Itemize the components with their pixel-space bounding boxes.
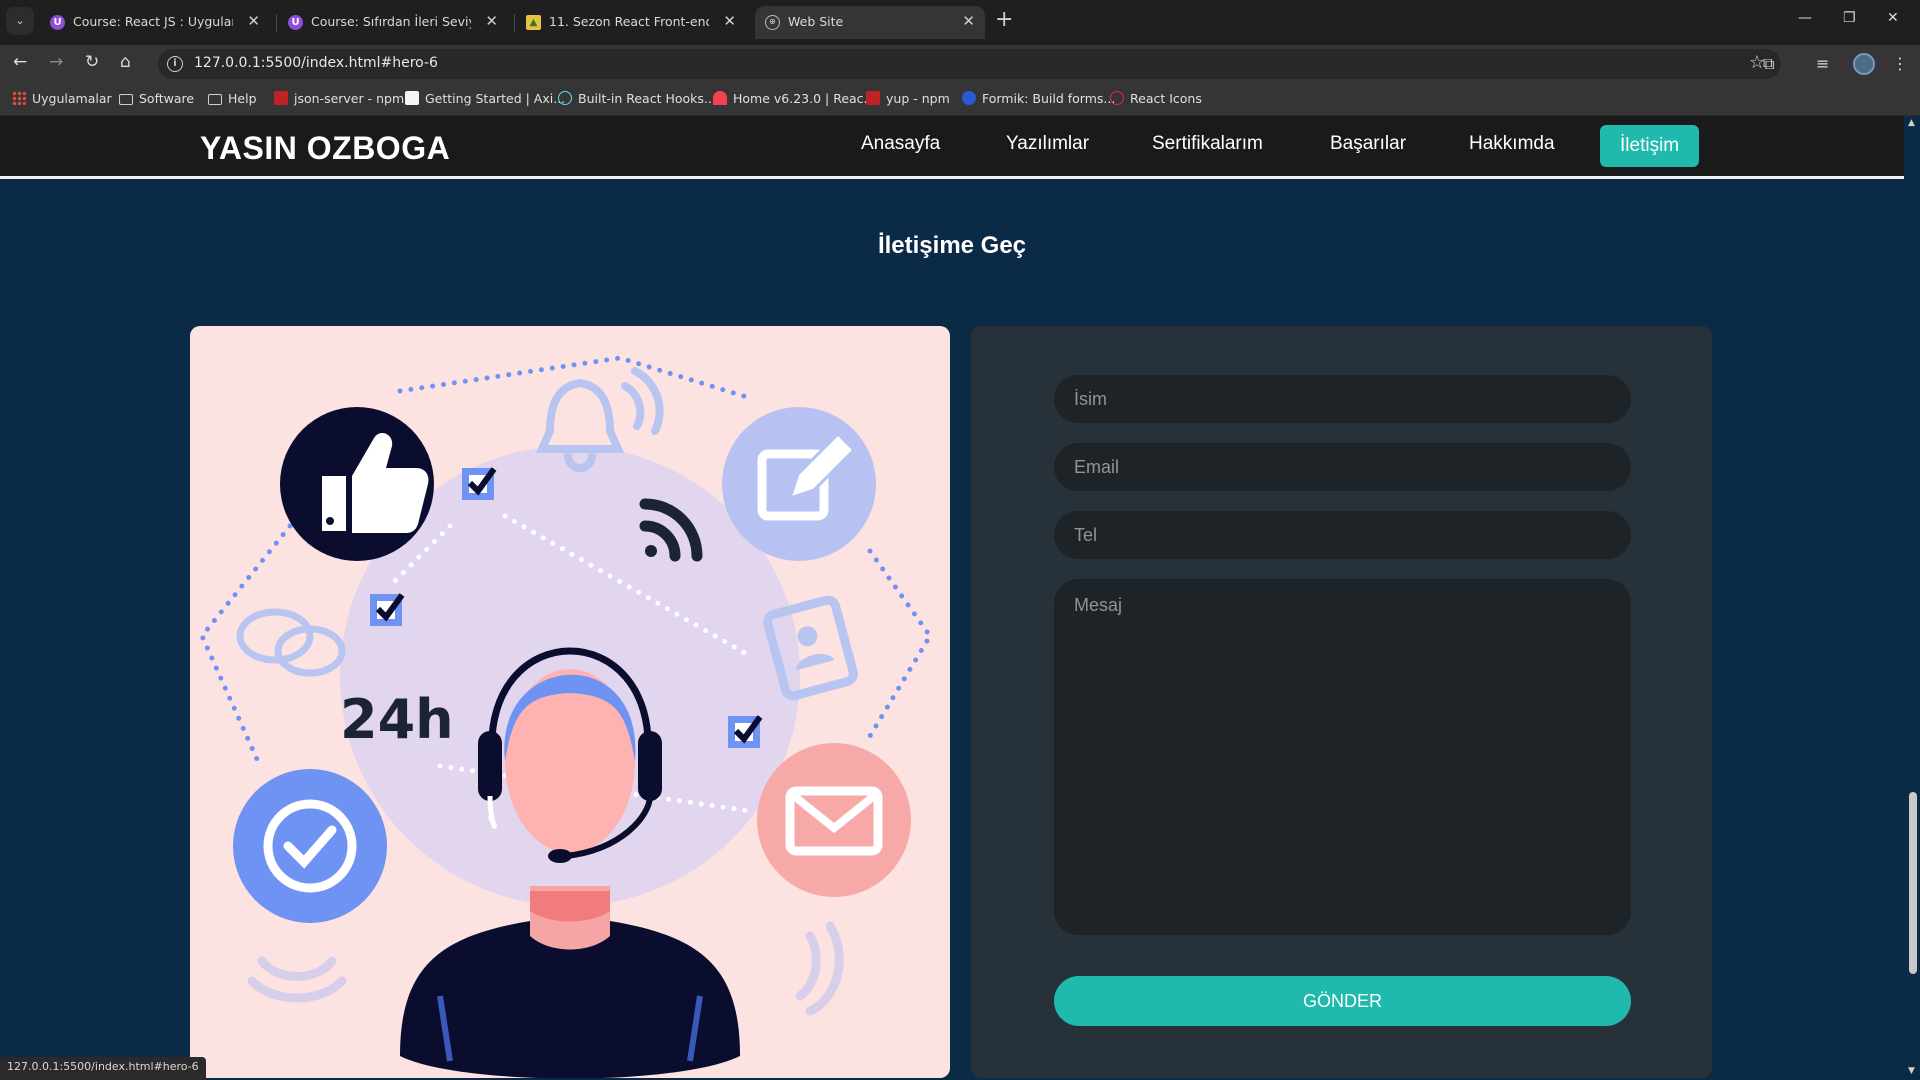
react-icons-icon (1110, 91, 1124, 105)
scroll-thumb[interactable] (1909, 792, 1917, 974)
bookmark-label: Home v6.23.0 | Reac... (733, 91, 876, 106)
tab-title: 11. Sezon React Front-end Haft (549, 14, 709, 29)
bookmark-label: Software (139, 91, 195, 106)
apps-icon (12, 91, 26, 105)
browser-tab[interactable]: U Course: React JS : Uygulamalı R ✕ (40, 6, 270, 39)
scroll-up-icon[interactable]: ▲ (1908, 118, 1915, 128)
udemy-icon: U (50, 15, 65, 30)
bookmarks-bar: Uygulamalar Software Help json-server - … (0, 83, 1920, 116)
bookmark-item[interactable]: Home v6.23.0 | Reac... (713, 91, 875, 106)
nav-link-hakkimda[interactable]: Hakkımda (1469, 133, 1555, 155)
tab-divider (276, 14, 277, 32)
restore-icon[interactable]: ❐ (1843, 10, 1856, 26)
browser-tab-bar: ⌄ U Course: React JS : Uygulamalı R ✕ U … (0, 0, 1920, 45)
reload-icon[interactable]: ↻ (85, 52, 99, 72)
axios-icon (405, 91, 419, 105)
tab-divider (514, 14, 515, 32)
customer-support-illustration: 24h (199, 355, 933, 1078)
mail-icon (757, 743, 911, 897)
site-navbar: YASIN OZBOGA Anasayfa Yazılımlar Sertifi… (0, 116, 1904, 179)
bookmark-item[interactable]: Getting Started | Axi... (405, 91, 565, 106)
bookmark-item[interactable]: Built-in React Hooks... (558, 91, 716, 106)
back-arrow-icon[interactable]: ← (13, 52, 27, 72)
minimize-icon[interactable]: — (1798, 10, 1812, 26)
profile-avatar[interactable] (1853, 53, 1875, 75)
bookmark-label: yup - npm (886, 91, 950, 106)
bookmark-label: Built-in React Hooks... (578, 91, 716, 106)
contact-section: İletişime Geç 24h İsim Email Tel Mesaj G… (0, 179, 1904, 1080)
formik-icon (962, 91, 976, 105)
home-icon[interactable]: ⌂ (120, 52, 131, 72)
check-circle-icon (233, 769, 387, 923)
site-logo[interactable]: YASIN OZBOGA (200, 130, 450, 167)
checkbox-icon (728, 715, 763, 748)
bookmark-item[interactable]: Help (208, 91, 257, 106)
bookmark-label: Uygulamalar (32, 91, 112, 106)
nav-link-iletisim[interactable]: İletişim (1600, 125, 1700, 167)
bookmark-item[interactable]: Formik: Build forms... (962, 91, 1115, 106)
bookmark-item[interactable]: yup - npm (866, 91, 950, 106)
globe-icon: ⊕ (765, 15, 780, 30)
bookmark-item[interactable]: json-server - npm (274, 91, 404, 106)
close-icon[interactable]: ✕ (247, 12, 260, 30)
support-illustration: 24h (190, 326, 950, 1078)
edit-icon (722, 407, 876, 561)
scroll-down-icon[interactable]: ▼ (1908, 1066, 1915, 1076)
contact-form: GÖNDER (971, 326, 1712, 1078)
tab-title: Course: React JS : Uygulamalı R (73, 14, 233, 29)
more-menu-icon[interactable]: ⋮ (1892, 54, 1908, 73)
checkbox-icon (370, 593, 405, 626)
bookmark-item[interactable]: Uygulamalar (12, 91, 112, 106)
bookmark-label: Getting Started | Axi... (425, 91, 566, 106)
page-scrollbar[interactable]: ▲ ▼ (1904, 116, 1920, 1080)
bookmark-label: React Icons (1130, 91, 1202, 106)
submit-button[interactable]: GÖNDER (1054, 976, 1631, 1026)
site-info-icon[interactable]: i (167, 56, 183, 72)
bookmark-label: json-server - npm (294, 91, 405, 106)
email-input[interactable] (1054, 443, 1631, 491)
illustration-24h-text: 24h (340, 688, 454, 751)
address-url[interactable]: 127.0.0.1:5500/index.html#hero-6 (194, 55, 438, 71)
close-icon[interactable]: ✕ (723, 12, 736, 30)
image-icon: ▲ (526, 15, 541, 30)
bookmark-item[interactable]: Software (119, 91, 194, 106)
forward-arrow-icon[interactable]: → (49, 52, 63, 72)
nav-link-sertifikalarim[interactable]: Sertifikalarım (1152, 133, 1263, 155)
window-close-icon[interactable]: ✕ (1887, 10, 1899, 26)
folder-icon (208, 94, 222, 105)
folder-icon (119, 94, 133, 105)
close-icon[interactable]: ✕ (962, 12, 975, 30)
nav-link-yazilimlar[interactable]: Yazılımlar (1006, 133, 1089, 155)
tab-title: Web Site (788, 14, 844, 29)
browser-tab[interactable]: ▲ 11. Sezon React Front-end Haft ✕ (516, 6, 746, 39)
status-bar-url: 127.0.0.1:5500/index.html#hero-6 (0, 1057, 206, 1080)
media-queue-icon[interactable]: ≡ (1816, 54, 1829, 73)
section-title: İletişime Geç (877, 232, 1027, 259)
nav-link-basarilar[interactable]: Başarılar (1330, 133, 1406, 155)
browser-toolbar: ← → ↻ ⌂ i 127.0.0.1:5500/index.html#hero… (0, 45, 1920, 83)
close-icon[interactable]: ✕ (485, 12, 498, 30)
message-textarea[interactable] (1054, 579, 1631, 935)
checkbox-icon (462, 467, 497, 500)
address-bar[interactable]: i 127.0.0.1:5500/index.html#hero-6 ☆ (158, 49, 1781, 79)
thumbs-up-icon (280, 407, 434, 561)
extensions-icon[interactable]: ⧉ (1763, 54, 1774, 74)
react-router-icon (713, 91, 727, 105)
tel-input[interactable] (1054, 511, 1631, 559)
bookmark-label: Help (228, 91, 257, 106)
new-tab-plus-icon[interactable]: + (995, 7, 1013, 32)
udemy-icon: U (288, 15, 303, 30)
chat-bubbles-icon (236, 608, 346, 677)
tab-search-chevron-icon[interactable]: ⌄ (6, 7, 34, 35)
npm-icon (274, 91, 288, 105)
npm-icon (866, 91, 880, 105)
bookmark-label: Formik: Build forms... (982, 91, 1116, 106)
bookmark-item[interactable]: React Icons (1110, 91, 1202, 106)
name-input[interactable] (1054, 375, 1631, 423)
nav-link-anasayfa[interactable]: Anasayfa (861, 133, 940, 155)
tab-title: Course: Sıfırdan İleri Seviye Mo (311, 14, 471, 29)
browser-tab-active[interactable]: ⊕ Web Site ✕ (755, 6, 985, 39)
browser-tab[interactable]: U Course: Sıfırdan İleri Seviye Mo ✕ (278, 6, 508, 39)
react-icon (558, 91, 572, 105)
